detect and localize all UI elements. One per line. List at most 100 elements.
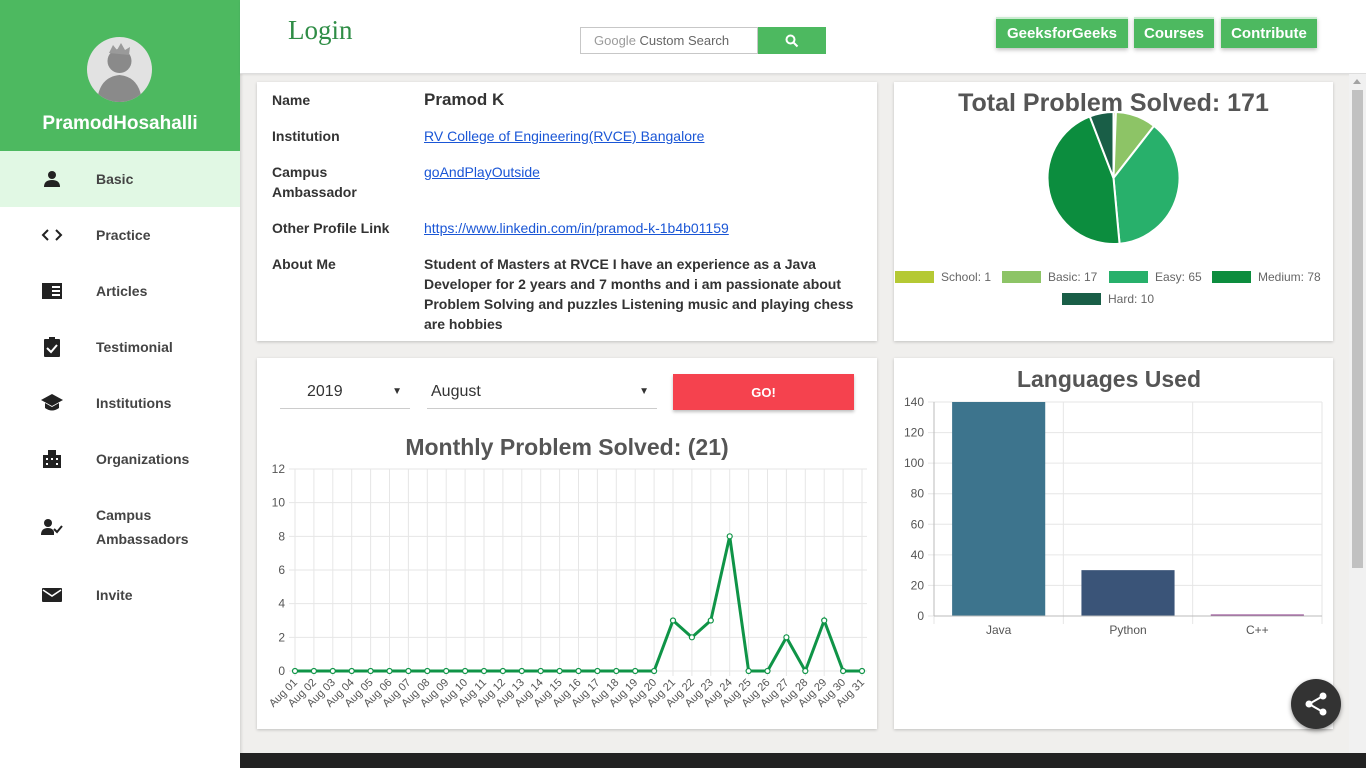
clipboard-check-icon xyxy=(40,335,64,359)
sidebar-item-label: Practice xyxy=(96,227,151,243)
avatar-person-icon xyxy=(97,43,142,102)
sidebar-item-organizations[interactable]: Organizations xyxy=(0,431,240,487)
bar xyxy=(1081,570,1175,616)
sidebar-item-label: Articles xyxy=(96,283,148,299)
sidebar-item-label: Invite xyxy=(96,587,133,603)
linkedin-link[interactable]: https://www.linkedin.com/in/pramod-k-1b4… xyxy=(424,218,729,238)
legend-swatch xyxy=(1002,271,1041,283)
y-tick-label: 120 xyxy=(904,426,924,440)
data-point xyxy=(745,667,752,675)
sidebar-item-label: Basic xyxy=(96,171,134,187)
total-problems-card: Total Problem Solved: 171 School: 1 Basic… xyxy=(894,82,1333,341)
school-icon xyxy=(40,391,64,415)
campus-ambassador-link[interactable]: goAndPlayOutside xyxy=(424,162,540,182)
data-point xyxy=(802,667,809,675)
footer xyxy=(240,753,1366,768)
code-icon xyxy=(40,223,64,247)
y-tick-label: 6 xyxy=(278,563,285,577)
profile-info-card: Name Pramod K Institution RV College of … xyxy=(257,82,877,341)
y-tick-label: 20 xyxy=(911,578,925,592)
search-button[interactable] xyxy=(758,27,826,54)
bar xyxy=(952,402,1046,616)
institution-link[interactable]: RV College of Engineering(RVCE) Bangalor… xyxy=(424,126,704,146)
institution-label: Institution xyxy=(272,128,340,144)
legend-label: School: 1 xyxy=(941,270,991,284)
data-point xyxy=(462,667,469,675)
monthly-problems-card: 2019 ▼ August ▼ GO! Monthly Problem Solv… xyxy=(257,358,877,729)
legend-label: Easy: 65 xyxy=(1155,270,1202,284)
sidebar-item-articles[interactable]: Articles xyxy=(0,263,240,319)
sidebar-item-label: Organizations xyxy=(96,451,190,467)
y-tick-label: 100 xyxy=(904,456,924,470)
username: PramodHosahalli xyxy=(42,113,198,134)
sidebar-item-institutions[interactable]: Institutions xyxy=(0,375,240,431)
data-point xyxy=(424,667,431,675)
scrollbar-thumb[interactable] xyxy=(1352,90,1363,568)
data-point xyxy=(405,667,412,675)
languages-used-card: Languages Used 0 20 40 60 80 100 120 140 Java Pyt… xyxy=(894,358,1333,729)
profile-header: PramodHosahalli xyxy=(0,0,240,151)
search-placeholder: Custom Search xyxy=(639,33,730,48)
data-point xyxy=(651,667,658,675)
data-point xyxy=(480,667,488,675)
legend-swatch xyxy=(1109,271,1148,283)
name-label: Name xyxy=(272,92,311,108)
top-header: Login Google Custom Search GeeksforGeeks… xyxy=(240,0,1366,74)
avatar[interactable] xyxy=(87,37,152,102)
data-point xyxy=(858,667,866,675)
campus-ambassador-label: Campus Ambassador xyxy=(272,162,402,202)
y-tick-label: 2 xyxy=(278,630,285,644)
y-tick-label: 80 xyxy=(911,487,925,501)
sidebar-item-basic[interactable]: Basic xyxy=(0,151,240,207)
search-icon xyxy=(785,34,799,47)
page-scrollbar[interactable] xyxy=(1349,74,1366,753)
sidebar: PramodHosahalli Basic Practice Articles … xyxy=(0,0,240,768)
google-logo-text: Google xyxy=(594,33,636,48)
data-point xyxy=(518,667,525,675)
x-tick-label: Python xyxy=(1109,623,1146,637)
name-value: Pramod K xyxy=(424,90,505,109)
bar-chart: 0 20 40 60 80 100 120 140 Java Python C++ xyxy=(904,395,1323,637)
line-chart: 024681012Aug 01Aug 02Aug 03Aug 04Aug 05A… xyxy=(267,462,867,710)
sidebar-item-testimonial[interactable]: Testimonial xyxy=(0,319,240,375)
sidebar-item-campus-ambassadors[interactable]: Campus Ambassadors xyxy=(0,487,240,567)
y-tick-label: 4 xyxy=(278,597,285,611)
login-link[interactable]: Login xyxy=(288,15,353,46)
person-check-icon xyxy=(40,515,64,539)
legend-swatch xyxy=(1062,293,1101,305)
data-point xyxy=(613,667,620,675)
data-point xyxy=(291,667,299,675)
search-input[interactable]: Google Custom Search xyxy=(580,27,758,54)
data-point xyxy=(575,667,582,675)
courses-button[interactable]: Courses xyxy=(1134,17,1214,48)
data-point xyxy=(348,667,355,675)
mail-icon xyxy=(40,583,64,607)
geeksforgeeks-button[interactable]: GeeksforGeeks xyxy=(996,17,1128,48)
y-tick-label: 10 xyxy=(272,496,286,510)
data-point xyxy=(707,617,714,624)
campus-label-line-1: Campus xyxy=(272,164,328,180)
legend-label: Basic: 17 xyxy=(1048,270,1098,284)
scroll-up-icon[interactable] xyxy=(1353,79,1361,84)
y-tick-label: 40 xyxy=(911,548,925,562)
data-point xyxy=(443,667,450,675)
sidebar-item-practice[interactable]: Practice xyxy=(0,207,240,263)
sidebar-item-label: Testimonial xyxy=(96,339,173,355)
y-tick-label: 60 xyxy=(911,517,925,531)
x-tick-label: C++ xyxy=(1246,623,1269,637)
person-icon xyxy=(40,167,64,191)
article-icon xyxy=(40,279,64,303)
data-point xyxy=(386,667,393,675)
share-button[interactable] xyxy=(1291,679,1341,729)
about-me-label: About Me xyxy=(272,256,336,272)
legend-swatch xyxy=(1212,271,1251,283)
x-tick-label: Java xyxy=(986,623,1012,637)
about-me-text: Student of Masters at RVCE I have an exp… xyxy=(424,256,854,332)
contribute-button[interactable]: Contribute xyxy=(1221,17,1317,48)
sidebar-item-label: Institutions xyxy=(96,395,172,411)
data-point xyxy=(329,667,336,675)
y-tick-label: 12 xyxy=(272,462,286,476)
sidebar-item-invite[interactable]: Invite xyxy=(0,567,240,623)
data-point xyxy=(499,667,506,675)
data-point xyxy=(839,667,847,675)
